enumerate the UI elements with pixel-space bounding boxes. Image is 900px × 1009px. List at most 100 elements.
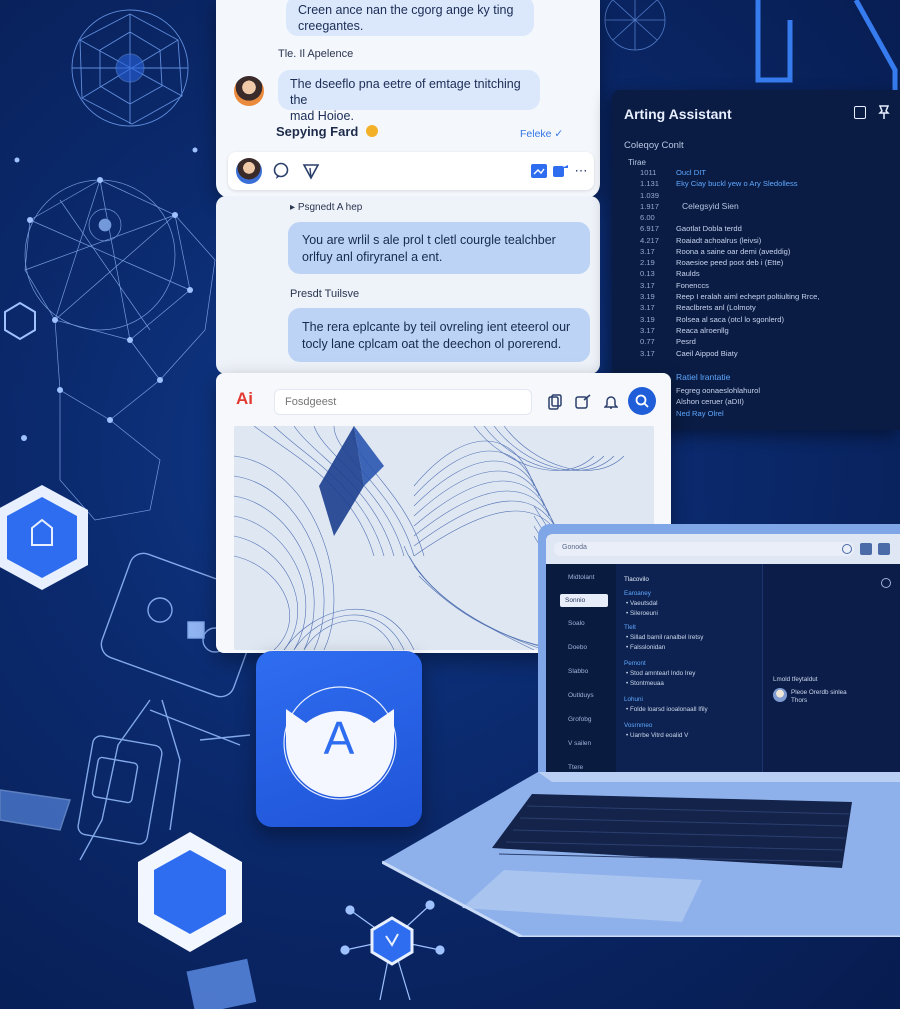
sidebar-header: Midtolant xyxy=(568,574,595,581)
chat-bubble: You are wrlil s ale prol t cletl courgle… xyxy=(288,222,590,274)
search-icon[interactable] xyxy=(628,387,656,415)
content-line: Vosrnmeo xyxy=(624,722,653,729)
reply-label: ▸ Psgnedt A hep xyxy=(290,202,363,213)
row-number: 4.217 xyxy=(640,235,660,245)
list-item[interactable]: Alshon ceruer (aDII) xyxy=(676,396,760,407)
image-icon[interactable] xyxy=(528,160,550,182)
search-icon[interactable] xyxy=(842,544,852,554)
tab-icon[interactable] xyxy=(878,543,890,555)
list-item[interactable]: 0.13 Raulds xyxy=(640,268,900,279)
clock-icon[interactable] xyxy=(881,578,891,588)
edit-icon[interactable] xyxy=(572,391,594,413)
sidebar-item[interactable]: Outlduys xyxy=(568,692,594,699)
row-number: 3.17 xyxy=(640,325,655,335)
detail-pane: Lmold tfeytaldut Pleoe Orerdb sinlea Tho… xyxy=(762,564,900,796)
reply-link[interactable]: Feleke ✓ xyxy=(520,128,563,140)
list-item[interactable]: 3.17 Fonenccs xyxy=(640,280,900,291)
row-text: Fegreg oonaeslohlahurol xyxy=(676,386,761,395)
share-icon[interactable] xyxy=(550,160,572,182)
reply-label-text: Psgnedt A hep xyxy=(297,202,363,213)
shield-hexagon-icon xyxy=(0,485,88,590)
sidebar-item[interactable]: Sonnio xyxy=(560,594,608,607)
list-item[interactable]: 3.17 Caeil Aippod Biaty xyxy=(640,348,900,359)
list-item[interactable]: 6.917 Gaotlat Dobla terdd xyxy=(640,223,900,234)
list-item[interactable]: Ned Ray Olrel xyxy=(676,408,760,419)
section-heading: Ratiel lrantatie xyxy=(676,372,731,382)
list-item[interactable]: 3.17 Reaclbrets anl (Lolmoty xyxy=(640,302,900,313)
row-number: 6.00 xyxy=(640,213,655,222)
row-number: 2.19 xyxy=(640,258,655,268)
list-item[interactable]: 3.17 Reaca alroenllg xyxy=(640,325,900,336)
reply-link-label: Feleke xyxy=(520,128,552,140)
row-number: 3.17 xyxy=(640,280,655,290)
section-heading: Coleqoy Conlt xyxy=(624,140,684,151)
content-line[interactable]: • Stontmeuaa xyxy=(626,680,664,687)
browser-bar: Gonoda xyxy=(546,534,900,564)
row-text: Eky Ciay buckl yew o Ary Sledolless xyxy=(676,179,798,189)
row-number: 3.17 xyxy=(640,246,655,256)
content-line: Earoaney xyxy=(624,590,651,597)
list-item[interactable]: 1011 Oucl DIT xyxy=(640,167,895,178)
list-item[interactable]: 4.217 Roaiadt achoalrus (leivsi) xyxy=(640,235,900,246)
row-number: 0.13 xyxy=(640,269,655,279)
bell-icon[interactable] xyxy=(600,391,622,413)
chat-bubble-icon[interactable] xyxy=(270,160,292,182)
list-item[interactable]: 2.19 Roaesioe peed poot deb i (Ette) xyxy=(640,257,900,268)
sidebar-item[interactable]: Slabbo xyxy=(568,668,588,675)
avatar xyxy=(234,76,264,106)
sidebar-item[interactable]: Ttere xyxy=(568,764,583,771)
content-line[interactable]: • Falsslonidan xyxy=(626,644,665,651)
app-letter: A xyxy=(323,712,355,764)
row-text: Fonenccs xyxy=(676,280,709,290)
hexagon-badge-icon xyxy=(138,832,242,952)
panel-icon[interactable] xyxy=(854,106,866,119)
list-item[interactable]: 3.17 Roona a saine oar demi (aveddig) xyxy=(640,246,900,257)
sidebar-item[interactable]: Soalo xyxy=(568,620,585,627)
content-line[interactable]: • Sileroeuni xyxy=(626,610,658,617)
row-number: 1.131 xyxy=(640,179,660,189)
ai-logo: Ai xyxy=(236,389,253,408)
detail-user: Pleoe Orerdb sinlea Thors xyxy=(791,689,847,704)
row-number: 3.19 xyxy=(640,314,655,324)
sidebar-item[interactable]: Doebo xyxy=(568,644,587,651)
tab-icon[interactable] xyxy=(860,543,872,555)
laptop-keyboard xyxy=(382,772,900,937)
more-icon[interactable]: ⋯ xyxy=(570,160,592,182)
avatar[interactable] xyxy=(773,688,787,702)
sidebar-item[interactable]: Grofobg xyxy=(568,716,592,723)
send-icon[interactable] xyxy=(300,160,322,182)
avatar[interactable] xyxy=(236,158,262,184)
bottom-rows: Fegreg oonaeslohlahurol Alshon ceruer (a… xyxy=(676,385,760,419)
pin-icon[interactable] xyxy=(878,104,890,125)
content-line[interactable]: • Sillad bamil ranalbel Iretsy xyxy=(626,634,703,641)
sender-name: Sepying Fard xyxy=(276,124,378,139)
url-bar[interactable]: Gonoda xyxy=(554,542,854,556)
list-item: 1.917 Celegsyid Sien xyxy=(640,201,895,212)
content-line[interactable]: • Folde loarsd iooalonaall Ifily xyxy=(626,706,708,713)
list-item[interactable]: 3.19 Reep I eralah aiml echeprt poltiulti… xyxy=(640,291,900,302)
chat-bubble: Creen ance nan the cgorg ange ky ting cr… xyxy=(286,0,534,36)
row-text: Roaesioe peed poot deb i (Ette) xyxy=(676,258,784,268)
row-number: 0.77 xyxy=(640,337,655,347)
list-item[interactable]: 3.19 Rolsea al saca (otcl lo sgonlerd) xyxy=(640,314,900,325)
row-text: Reaclbrets anl (Lolmoty xyxy=(676,303,756,313)
chat-label: Presdt Tuilsve xyxy=(290,288,360,300)
list-item: 1.039 xyxy=(640,190,895,201)
row-number: 1.039 xyxy=(640,190,660,200)
list-item[interactable]: 0.77 Pesrd xyxy=(640,336,900,347)
copy-icon[interactable] xyxy=(544,391,566,413)
list-item[interactable]: Fegreg oonaeslohlahurol xyxy=(676,385,760,396)
app-sidebar: Midtolant Sonnio Soalo Doebo Slabbo Outl… xyxy=(546,564,616,796)
content-line[interactable]: • Uarrbe Vitrd eoalid V xyxy=(626,732,688,739)
row-text: Gaotlat Dobla terdd xyxy=(676,224,742,234)
row-number: 3.19 xyxy=(640,292,655,302)
row-text: Roona a saine oar demi (aveddig) xyxy=(676,246,791,256)
row-number: 3.17 xyxy=(640,303,655,313)
sidebar-item[interactable]: V sailen xyxy=(568,740,591,747)
content-line[interactable]: • Stod amntearl Indo Irey xyxy=(626,670,695,677)
search-input[interactable] xyxy=(274,389,532,415)
mesh-sphere-icon xyxy=(71,9,189,127)
content-line[interactable]: • Vaeutsdal xyxy=(626,600,658,607)
content-heading: Tlacovilo xyxy=(624,576,649,583)
list-item[interactable]: 1.131 Eky Ciay buckl yew o Ary Sledolless xyxy=(640,178,895,189)
